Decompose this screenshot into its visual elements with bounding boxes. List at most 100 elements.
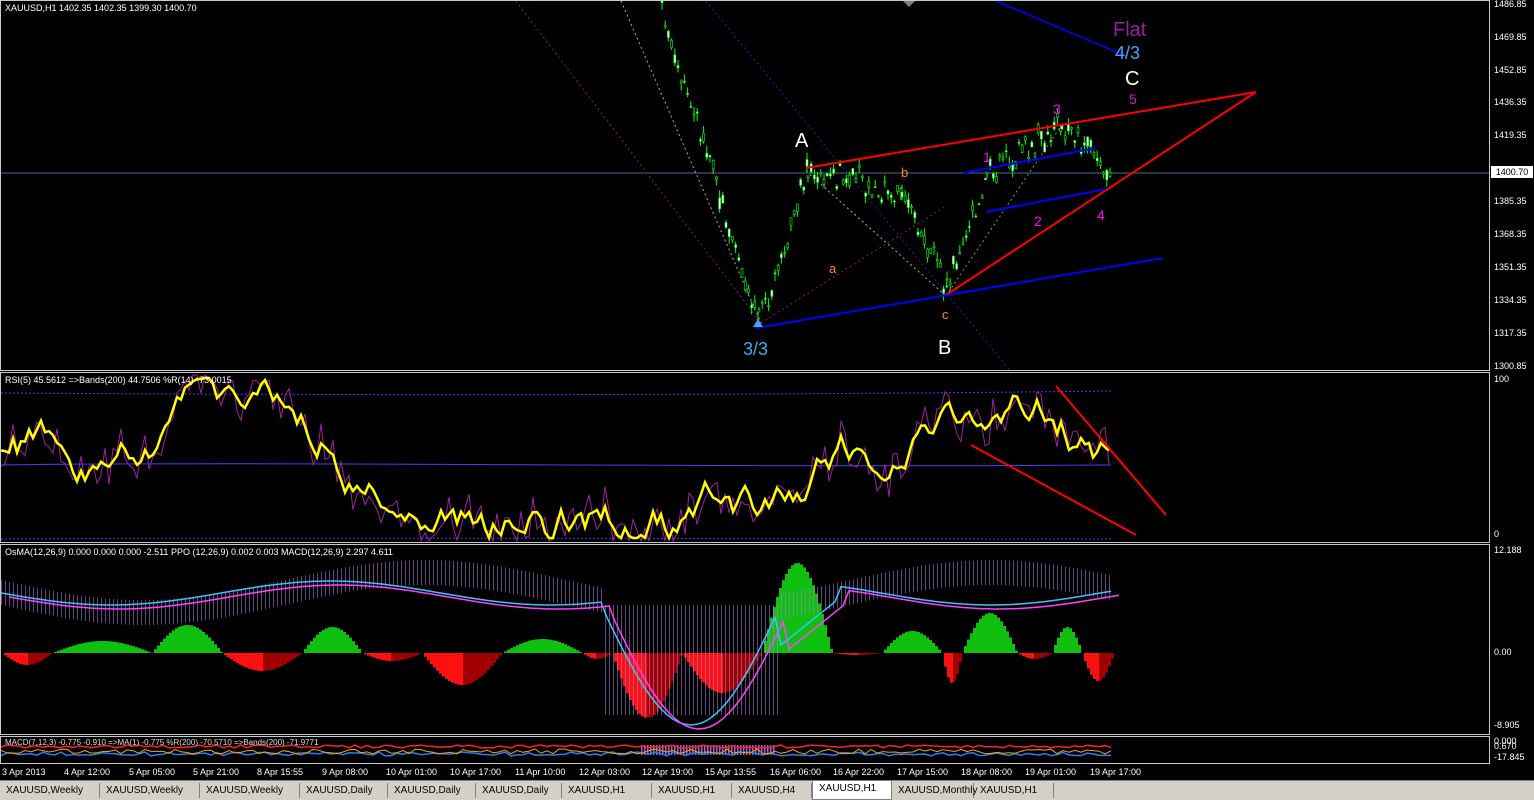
osma-bar (382, 653, 385, 660)
tab-xauusd-monthly[interactable]: XAUUSD,Monthly (892, 783, 974, 798)
osma-bar (902, 633, 905, 653)
ppo-bar (997, 560, 998, 585)
osma-bar (260, 653, 263, 671)
time-tick: 16 Apr 06:00 (770, 767, 821, 777)
osma-bar (911, 631, 914, 653)
ppo-bar (325, 571, 326, 596)
tab-xauusd-h1-1[interactable]: XAUUSD,H1 (562, 783, 652, 798)
candle-body (962, 243, 964, 245)
candle-body (897, 185, 899, 191)
candle-body (949, 282, 951, 285)
osma-bar (81, 643, 84, 653)
osma-bar (596, 653, 599, 659)
macd-chart[interactable] (1, 545, 1490, 735)
candle-body (1064, 136, 1066, 140)
ppo-bar (505, 567, 506, 592)
osma-bar (266, 653, 269, 671)
osma-bar (576, 650, 579, 653)
tab-xauusd-weekly-2[interactable]: XAUUSD,Weekly (100, 783, 200, 798)
tab-xauusd-weekly-3[interactable]: XAUUSD,Weekly (200, 783, 300, 798)
osma-bar (208, 638, 211, 653)
candle-body (793, 210, 795, 214)
ppo-bar (793, 592, 794, 617)
tab-xauusd-h1-active[interactable]: XAUUSD,H1 (812, 781, 892, 800)
tab-xauusd-weekly-1[interactable]: XAUUSD,Weekly (0, 783, 100, 798)
candle-body (796, 204, 798, 211)
osma-bar (970, 633, 973, 653)
ppo-bar (205, 595, 206, 620)
price-pane[interactable]: A B C a b c 1 2 3 4 5 3/3 4/3 Flat XAUUS… (0, 0, 1490, 371)
diamond-icon (903, 1, 915, 7)
ppo-bar (277, 581, 278, 606)
small-macd-pane[interactable]: MACD(7,12,3) -0.775 -0.910 =>MA(1) -0.77… (0, 736, 1490, 764)
price-tick: 1469.85 (1494, 32, 1527, 42)
osma-bar (84, 643, 87, 653)
osma-bar (370, 653, 373, 657)
small-hist-bar (668, 745, 670, 755)
ppo-bar (109, 599, 110, 624)
dotted-line-2 (621, 1, 761, 323)
candle-body (829, 174, 831, 176)
osma-bar (376, 653, 379, 659)
candle-body (1034, 154, 1036, 157)
candle-body (849, 175, 851, 186)
osma-bar (75, 645, 78, 653)
osma-bar (638, 653, 641, 714)
osma-bar (43, 653, 46, 659)
ppo-bar (1089, 571, 1090, 596)
rsi-chart[interactable] (1, 373, 1490, 543)
tab-xauusd-h4[interactable]: XAUUSD,H4 (732, 783, 812, 798)
osma-bar (90, 642, 93, 653)
osma-bar (272, 653, 275, 669)
ppo-bar (413, 560, 414, 585)
ppo-bar (33, 587, 34, 612)
macd-pane[interactable]: OsMA(12,26,9) 0.000 0.000 0.000 -2.511 P… (0, 544, 1490, 735)
small-axis-top2: 0.670 (1494, 741, 1517, 751)
time-tick: 11 Apr 10:00 (515, 767, 565, 777)
osma-bar (442, 653, 445, 676)
osma-bar (1003, 626, 1006, 653)
time-tick: 10 Apr 17:00 (450, 767, 501, 777)
rsi-pane[interactable]: RSI(5) 45.5612 =>Bands(200) 44.7506 %R(1… (0, 372, 1490, 543)
osma-bar (950, 653, 953, 683)
candle-body (930, 248, 932, 253)
ppo-bar (1093, 572, 1094, 597)
ppo-bar (805, 589, 806, 614)
candle-body (744, 281, 746, 289)
tab-xauusd-h1-3[interactable]: XAUUSD,H1 (974, 783, 1054, 798)
candle-body (1087, 137, 1089, 146)
ppo-bar (1009, 560, 1010, 585)
osma-bar (944, 653, 947, 667)
tab-xauusd-h1-2[interactable]: XAUUSD,H1 (652, 783, 732, 798)
candle-body (972, 205, 974, 210)
osma-bar (427, 653, 430, 660)
ppo-bar (1073, 568, 1074, 593)
osma-bar (855, 653, 858, 655)
tab-xauusd-daily-3[interactable]: XAUUSD,Daily (476, 783, 562, 798)
candle-body (741, 268, 743, 277)
osma-bar (304, 649, 307, 653)
candle-body (1093, 152, 1095, 155)
tab-xauusd-daily-2[interactable]: XAUUSD,Daily (388, 783, 476, 798)
ppo-bar (373, 563, 374, 588)
osma-bar (346, 635, 349, 653)
osma-bar (1019, 653, 1022, 655)
osma-bar (932, 643, 935, 653)
candle-body (952, 256, 954, 264)
ppo-bar (201, 596, 202, 621)
price-tick: 1300.85 (1494, 361, 1527, 371)
rsi-trendline-lower (971, 445, 1136, 535)
ppo-bar (569, 581, 570, 606)
osma-bar (181, 626, 184, 653)
tab-xauusd-daily-1[interactable]: XAUUSD,Daily (300, 783, 388, 798)
ppo-bar (253, 587, 254, 612)
ppo-bar (257, 586, 258, 611)
rsi-lower-band (1, 538, 1111, 539)
osma-bar (463, 653, 466, 685)
price-chart[interactable]: A B C a b c 1 2 3 4 5 3/3 4/3 Flat (1, 1, 1490, 371)
ppo-bar (309, 574, 310, 599)
wave-label-4: 4 (1097, 207, 1105, 223)
ppo-bar (169, 599, 170, 624)
osma-bar (355, 645, 358, 653)
osma-bar (10, 653, 13, 659)
